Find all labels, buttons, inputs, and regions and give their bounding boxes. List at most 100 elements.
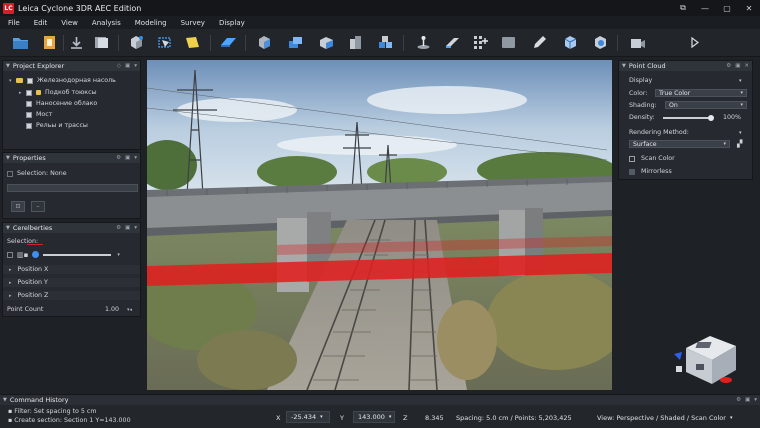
point-size-slider[interactable] [43,253,112,256]
import-icon[interactable] [41,34,58,51]
download-icon[interactable] [68,34,85,51]
collapse-caret-icon[interactable]: ▼ [6,225,10,231]
x-coordinate-field[interactable]: -25.434 ▾ [286,411,330,423]
menu-file[interactable]: File [8,19,20,27]
collapse-caret-icon[interactable]: ▼ [622,63,626,69]
settings-icon[interactable]: ⚙ [116,225,121,231]
close-button[interactable]: ✕ [738,0,760,16]
density-slider-knob[interactable] [708,115,714,121]
restore-layout-icon[interactable]: ⧉ [672,0,694,16]
menu-analysis[interactable]: Analysis [92,19,121,27]
float-icon[interactable]: ▣ [125,225,130,231]
menu-view[interactable]: View [61,19,78,27]
maximize-button[interactable]: ▢ [716,0,738,16]
zoom-fit-button[interactable]: ⊡ [11,201,25,212]
coordinates-header[interactable]: ▼ Cerelberties ⚙ ▣ ▾ [3,223,140,233]
point-mode-icon[interactable]: ▥▪ [17,251,28,259]
point-count-value[interactable]: 1.00 [105,306,119,313]
collapse-caret-icon[interactable]: ▼ [3,397,7,403]
open-folder-icon[interactable] [12,34,29,51]
properties-input[interactable] [7,184,138,192]
rendering-method-dropdown[interactable]: Surface ▾ [629,140,730,148]
visibility-checkbox[interactable] [26,100,32,107]
settings-icon[interactable]: ⚙ [726,63,731,69]
y-coordinate-field[interactable]: 143.000 ▾ [353,411,395,423]
visibility-checkbox[interactable] [27,77,33,84]
collapse-caret-icon[interactable]: ▼ [6,63,10,69]
block-icon[interactable] [347,34,364,51]
expand-arrow-icon[interactable]: ▸ [9,293,12,299]
tree-item-point-cloud[interactable]: Наносение облако [26,99,97,108]
position-x-row[interactable]: ▸ Position X [3,265,140,274]
visibility-checkbox[interactable] [26,122,32,129]
solid-box-icon[interactable] [500,34,517,51]
point-size-checkbox[interactable] [7,251,13,258]
chevron-down-icon[interactable]: ▾ [739,78,742,84]
position-y-row[interactable]: ▸ Position Y [3,278,140,287]
float-icon[interactable]: ▣ [745,397,750,403]
panel-menu-icon[interactable]: ▾ [134,155,137,161]
visibility-checkbox[interactable] [26,89,32,96]
collapse-caret-icon[interactable]: ▼ [6,155,10,161]
settings-icon[interactable]: ⚙ [116,155,121,161]
box-stack-icon[interactable] [287,34,304,51]
scan-color-checkbox[interactable] [629,155,635,162]
settings-icon[interactable]: ⚙ [736,397,741,403]
cube-view-icon[interactable] [256,34,273,51]
selection-checkbox[interactable] [7,170,13,177]
save-icon[interactable] [93,34,110,51]
dropdown-arrow-icon[interactable]: ▾ [117,252,120,258]
bounding-box-icon[interactable] [157,34,174,51]
grid-icon[interactable] [472,34,489,51]
menu-survey[interactable]: Survey [181,19,205,27]
shading-dropdown[interactable]: On ▾ [665,101,747,109]
command-history-header[interactable]: ▼ Command History ⚙ ▣ ▾ [0,395,760,405]
menu-display[interactable]: Display [219,19,245,27]
point-cloud-scene[interactable] [147,60,612,390]
sticky-note-icon[interactable] [184,34,201,51]
close-panel-icon[interactable]: ✕ [744,63,749,69]
boxes-icon[interactable] [377,34,394,51]
properties-header[interactable]: ▼ Properties ⚙ ▣ ▾ [3,153,140,163]
slice-icon[interactable] [444,34,461,51]
view-mode-readout[interactable]: View: Perspective / Shaded / Scan Color … [597,409,732,426]
point-color-swatch[interactable] [32,251,40,258]
point-cloud-header[interactable]: ▼ Point Cloud ⚙ ▣ ✕ [619,61,752,71]
pin-icon[interactable]: ◇ [117,63,121,69]
pencil-icon[interactable] [531,34,548,51]
project-explorer-header[interactable]: ▼ Project Explorer ◇ ▣ ▾ [3,61,140,71]
box-side-icon[interactable] [318,34,335,51]
stepper-icon[interactable]: ▾◂ [127,307,132,313]
plane-icon[interactable] [220,34,237,51]
expand-arrow-icon[interactable]: ▸ [9,267,12,273]
float-icon[interactable]: ▣ [125,155,130,161]
expand-arrow-icon[interactable]: ▸ [19,90,26,96]
render-settings-icon[interactable]: ▞ [737,140,745,148]
float-icon[interactable]: ▣ [735,63,740,69]
tree-root[interactable]: ▾ Железнодорная насоль [9,76,116,85]
visibility-checkbox[interactable] [26,111,32,118]
panel-menu-icon[interactable]: ▾ [754,397,757,403]
3d-viewport[interactable] [147,60,612,390]
chevron-down-icon[interactable]: ▾ [739,130,742,136]
mirrorless-checkbox[interactable] [629,168,635,175]
expand-arrow-icon[interactable]: ▾ [9,78,16,84]
scan-color-row[interactable]: Scan Color [629,154,675,163]
navigation-cube[interactable] [672,330,742,386]
float-icon[interactable]: ▣ [125,63,130,69]
menu-modeling[interactable]: Modeling [135,19,167,27]
camera-cube-icon[interactable] [629,34,646,51]
display-section[interactable]: Display ▾ [629,76,749,85]
panel-menu-icon[interactable]: ▾ [134,225,137,231]
remove-button[interactable]: – [31,201,45,212]
mesh-cube-icon[interactable] [562,34,579,51]
panel-menu-icon[interactable]: ▾ [134,63,137,69]
settings-cube-icon[interactable] [592,34,609,51]
select-cube-icon[interactable] [128,34,145,51]
play-icon[interactable] [686,34,703,51]
position-z-row[interactable]: ▸ Position Z [3,291,140,300]
survey-point-icon[interactable] [415,34,432,51]
tree-item-bridge[interactable]: Мост [26,110,52,119]
menu-edit[interactable]: Edit [34,19,48,27]
color-dropdown[interactable]: True Color ▾ [655,89,747,97]
